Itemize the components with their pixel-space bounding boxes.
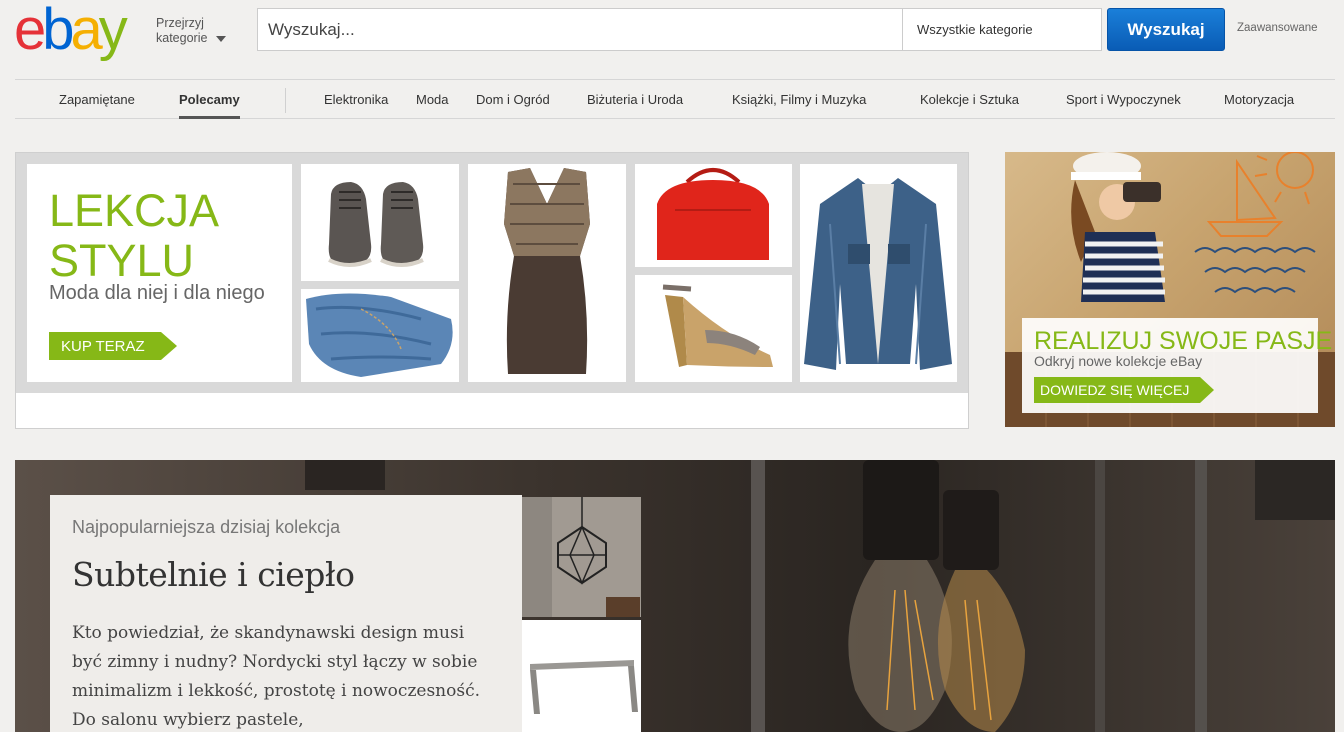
ebay-logo[interactable]: ebay: [14, 1, 128, 59]
browse-categories-button[interactable]: Przejrzyj kategorie: [156, 16, 226, 46]
geometric-lamp-image: [522, 497, 641, 617]
active-tab-indicator: [179, 116, 240, 119]
buy-now-label: KUP TERAZ: [61, 338, 145, 355]
nav-divider: [285, 88, 286, 113]
carousel-controls: ‹ ›: [16, 393, 968, 660]
collection-title[interactable]: Subtelnie i ciepło: [72, 555, 355, 594]
promo-title-line1: LEKCJA: [49, 185, 220, 236]
nav-item-elektronika[interactable]: Elektronika: [324, 92, 388, 107]
passions-title: REALIZUJ SWOJE PASJE: [1034, 327, 1333, 355]
promo-subtitle: Moda dla niej i dla niego: [49, 282, 265, 304]
nav-item-ksiazki[interactable]: Książki, Filmy i Muzyka: [732, 92, 866, 107]
search-input[interactable]: [257, 8, 902, 51]
jeans-image: [306, 293, 453, 377]
collection-thumb-lamp[interactable]: [522, 497, 641, 617]
buy-now-button[interactable]: KUP TERAZ: [49, 332, 177, 360]
passions-textbox: REALIZUJ SWOJE PASJE Odkryj nowe kolekcj…: [1022, 318, 1332, 413]
advanced-search-link[interactable]: Zaawansowane: [1237, 22, 1318, 34]
nav-item-polecamy[interactable]: Polecamy: [179, 92, 240, 107]
collection-banner[interactable]: Najpopularniejsza dzisiaj kolekcja Subte…: [15, 460, 1335, 732]
collection-description: Kto powiedział, że skandynawski design m…: [72, 623, 481, 730]
search-button[interactable]: Wyszukaj: [1107, 8, 1225, 51]
style-carousel: LEKCJA STYLU Moda dla niej i dla niego K…: [15, 152, 969, 660]
browse-label-line2: kategorie: [156, 31, 208, 45]
promo-tile[interactable]: LEKCJA STYLU Moda dla niej i dla niego K…: [27, 164, 292, 382]
product-tile-bag[interactable]: [635, 164, 792, 267]
product-tile-dress[interactable]: [468, 164, 626, 382]
bag-image: [657, 168, 769, 260]
bench-image: [530, 660, 638, 714]
passions-ad[interactable]: REALIZUJ SWOJE PASJE Odkryj nowe kolekcj…: [1005, 152, 1335, 427]
nav-item-zapamietane[interactable]: Zapamiętane: [59, 92, 135, 107]
chevron-down-icon: [216, 36, 226, 42]
jacket-image: [804, 178, 952, 370]
collection-card: Najpopularniejsza dzisiaj kolekcja Subte…: [50, 495, 522, 732]
nav-item-motoryzacja[interactable]: Motoryzacja: [1224, 92, 1294, 107]
shoes-image: [328, 182, 424, 267]
product-tile-shoes[interactable]: [301, 164, 459, 281]
logo-letter-a: a: [70, 0, 103, 62]
learn-more-button[interactable]: DOWIEDZ SIĘ WIĘCEJ: [1034, 377, 1214, 403]
nav-item-dom-i-ogrod[interactable]: Dom i Ogród: [476, 92, 550, 107]
learn-more-label: DOWIEDZ SIĘ WIĘCEJ: [1040, 382, 1190, 398]
product-tile-sandal[interactable]: [635, 275, 792, 382]
sandal-image: [662, 284, 773, 367]
nav-item-bizuteria[interactable]: Biżuteria i Uroda: [587, 92, 683, 107]
product-tile-jacket[interactable]: [800, 164, 957, 382]
nav-item-moda[interactable]: Moda: [416, 92, 449, 107]
category-select[interactable]: Wszystkie kategorie: [902, 8, 1102, 51]
logo-letter-e: e: [14, 0, 46, 62]
logo-letter-y: y: [98, 0, 128, 62]
nav-item-kolekcje[interactable]: Kolekcje i Sztuka: [920, 92, 1019, 107]
promo-title: LEKCJA STYLU: [49, 186, 219, 286]
collection-kicker: Najpopularniejsza dzisiaj kolekcja: [72, 517, 341, 537]
dress-image: [504, 168, 590, 374]
promo-title-line2: STYLU: [49, 235, 195, 286]
logo-letter-b: b: [42, 0, 74, 62]
collection-thumb-bench[interactable]: [522, 620, 641, 732]
nav-item-sport[interactable]: Sport i Wypoczynek: [1066, 92, 1181, 107]
browse-label-line1: Przejrzyj: [156, 16, 204, 30]
main-nav: Zapamiętane Polecamy Elektronika Moda Do…: [15, 79, 1335, 119]
product-tile-jeans[interactable]: [301, 289, 459, 382]
passions-subtitle: Odkryj nowe kolekcje eBay: [1034, 353, 1203, 369]
